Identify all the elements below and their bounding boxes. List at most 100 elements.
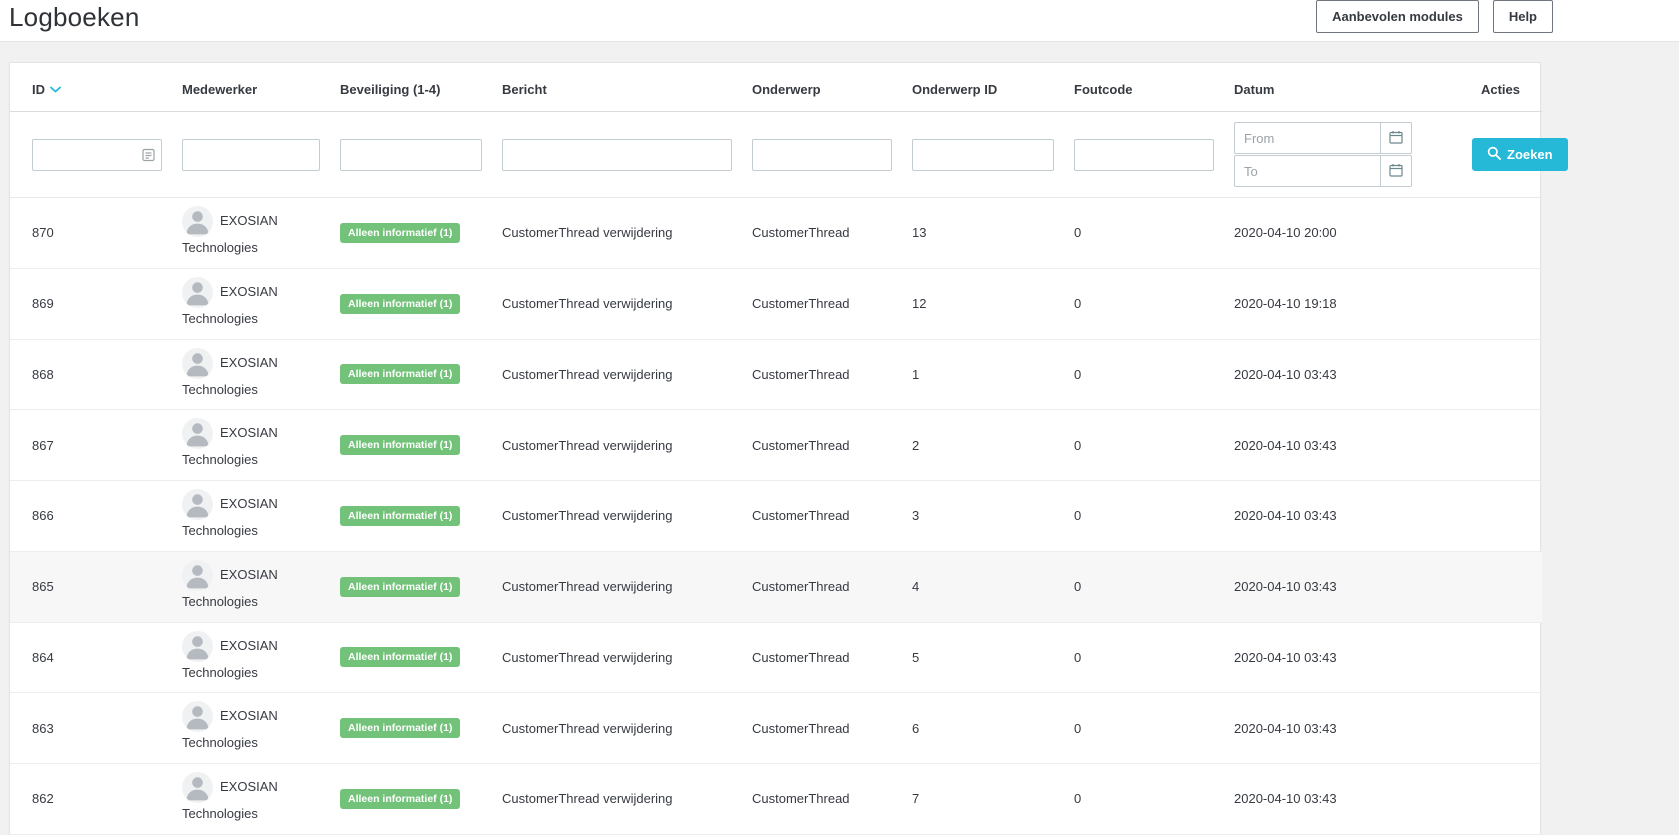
log-subject-id: 1 [912,367,919,382]
avatar [182,560,213,591]
cell-actions [1462,198,1542,269]
cell-id: 864 [10,622,172,693]
cell-date: 2020-04-10 20:00 [1224,198,1462,269]
cell-date: 2020-04-10 03:43 [1224,764,1462,835]
cell-subject: CustomerThread [742,764,902,835]
cell-date: 2020-04-10 19:18 [1224,268,1462,339]
log-subject: CustomerThread [752,791,850,806]
log-subject: CustomerThread [752,225,850,240]
column-header-actions: Acties [1462,63,1542,112]
page-title: Logboeken [9,2,139,33]
calendar-icon [1389,130,1403,147]
log-message: CustomerThread verwijdering [502,650,673,665]
cell-employee: EXOSIAN Technologies [172,410,330,481]
log-subject-id: 6 [912,721,919,736]
column-header-subject[interactable]: Onderwerp [742,63,902,112]
filter-severity-input[interactable] [340,139,482,171]
column-label-id: ID [32,82,45,97]
cell-date: 2020-04-10 03:43 [1224,622,1462,693]
log-date: 2020-04-10 03:43 [1234,579,1337,594]
log-subject-id: 12 [912,296,926,311]
log-message: CustomerThread verwijdering [502,296,673,311]
cell-subject: CustomerThread [742,410,902,481]
log-subject-id: 5 [912,650,919,665]
cell-subject-id: 13 [902,198,1064,269]
log-message: CustomerThread verwijdering [502,721,673,736]
table-row: 867 EXOSIAN Technologies Alleen informat… [10,410,1542,481]
page-header: Logboeken Aanbevolen modules Help [0,0,1679,42]
severity-badge: Alleen informatief (1) [340,647,460,667]
column-header-error-code[interactable]: Foutcode [1064,63,1224,112]
log-subject: CustomerThread [752,367,850,382]
cell-severity: Alleen informatief (1) [330,198,492,269]
severity-badge: Alleen informatief (1) [340,506,460,526]
help-button[interactable]: Help [1493,0,1553,33]
column-header-id[interactable]: ID [10,63,172,112]
column-header-subject-id[interactable]: Onderwerp ID [902,63,1064,112]
severity-badge: Alleen informatief (1) [340,577,460,597]
column-header-date[interactable]: Datum [1224,63,1462,112]
filter-employee-input[interactable] [182,139,320,171]
cell-severity: Alleen informatief (1) [330,339,492,410]
log-subject-id: 13 [912,225,926,240]
log-message: CustomerThread verwijdering [502,508,673,523]
column-header-severity[interactable]: Beveiliging (1-4) [330,63,492,112]
cell-message: CustomerThread verwijdering [492,693,742,764]
log-message: CustomerThread verwijdering [502,367,673,382]
cell-subject-id: 2 [902,410,1064,481]
cell-employee: EXOSIAN Technologies [172,339,330,410]
calendar-from-button[interactable] [1380,122,1412,154]
table-row: 868 EXOSIAN Technologies Alleen informat… [10,339,1542,410]
filter-subject-id-input[interactable] [912,139,1054,171]
cell-actions [1462,693,1542,764]
table-row: 862 EXOSIAN Technologies Alleen informat… [10,764,1542,835]
cell-severity: Alleen informatief (1) [330,410,492,481]
cell-id: 866 [10,481,172,552]
cell-subject-id: 1 [902,339,1064,410]
log-error-code: 0 [1074,508,1081,523]
column-label-date: Datum [1234,82,1274,97]
filter-message-input[interactable] [502,139,732,171]
cell-employee: EXOSIAN Technologies [172,198,330,269]
log-subject-id: 2 [912,438,919,453]
date-to-input[interactable] [1234,155,1380,187]
cell-message: CustomerThread verwijdering [492,410,742,481]
cell-subject-id: 3 [902,481,1064,552]
calendar-to-button[interactable] [1380,155,1412,187]
severity-badge: Alleen informatief (1) [340,223,460,243]
date-from-input[interactable] [1234,122,1380,154]
table-row: 869 EXOSIAN Technologies Alleen informat… [10,268,1542,339]
cell-severity: Alleen informatief (1) [330,622,492,693]
search-button[interactable]: Zoeken [1472,138,1568,171]
severity-badge: Alleen informatief (1) [340,364,460,384]
log-error-code: 0 [1074,438,1081,453]
cell-subject: CustomerThread [742,622,902,693]
log-id: 867 [32,438,54,453]
cell-subject-id: 7 [902,764,1064,835]
cell-severity: Alleen informatief (1) [330,764,492,835]
recommended-modules-button[interactable]: Aanbevolen modules [1316,0,1479,33]
cell-subject: CustomerThread [742,481,902,552]
column-header-employee[interactable]: Medewerker [172,63,330,112]
page-content: ID Medewerker Beveiliging (1-4) Bericht … [9,62,1541,835]
logs-panel: ID Medewerker Beveiliging (1-4) Bericht … [9,62,1541,835]
column-label-actions: Acties [1481,82,1520,97]
cell-message: CustomerThread verwijdering [492,551,742,622]
cell-subject-id: 12 [902,268,1064,339]
filter-subject-input[interactable] [752,139,892,171]
cell-subject: CustomerThread [742,268,902,339]
avatar [182,348,213,379]
log-id: 870 [32,225,54,240]
cell-subject: CustomerThread [742,339,902,410]
log-date: 2020-04-10 19:18 [1234,296,1337,311]
cell-id: 865 [10,551,172,622]
filter-error-code-input[interactable] [1074,139,1214,171]
column-header-message[interactable]: Bericht [492,63,742,112]
column-header-row: ID Medewerker Beveiliging (1-4) Bericht … [10,63,1542,112]
log-subject: CustomerThread [752,721,850,736]
cell-message: CustomerThread verwijdering [492,198,742,269]
log-date: 2020-04-10 20:00 [1234,225,1337,240]
cell-id: 867 [10,410,172,481]
filter-id-input[interactable] [32,139,162,171]
severity-badge: Alleen informatief (1) [340,789,460,809]
